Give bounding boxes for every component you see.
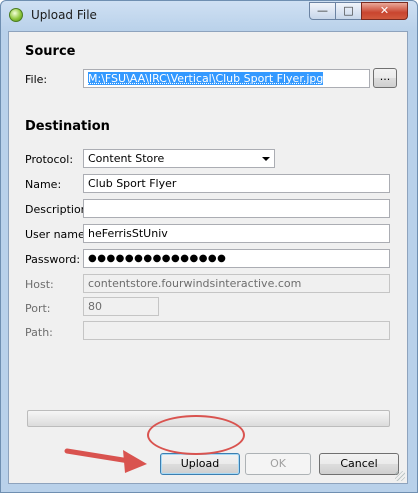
maximize-icon: □ [343,4,354,17]
destination-heading: Destination [25,119,110,134]
file-path-field[interactable]: M:\FSU\AA\IRC\Vertical\Club Sport Flyer.… [83,69,370,88]
app-icon [9,8,23,22]
title-bar[interactable]: Upload File — □ ✕ [1,1,417,31]
protocol-value: Content Store [88,152,165,165]
description-label: Description: [25,203,92,216]
password-label: Password: [25,253,81,266]
protocol-label: Protocol: [25,153,74,166]
path-label: Path: [25,326,53,339]
host-label: Host: [25,278,54,291]
source-heading: Source [25,44,76,59]
ok-button[interactable]: OK [245,453,311,475]
username-label: User name: [25,228,89,241]
protocol-select[interactable]: Content Store [83,149,275,168]
file-label: File: [25,73,48,86]
close-icon: ✕ [379,4,390,17]
name-label: Name: [25,178,62,191]
path-field [83,321,390,340]
host-field: contentstore.fourwindsinteractive.com [83,274,390,293]
minimize-button[interactable]: — [309,2,336,20]
description-field[interactable] [83,199,390,218]
upload-file-window: Upload File — □ ✕ Source File: M:\FSU\AA… [0,0,418,493]
maximize-button[interactable]: □ [335,2,362,20]
username-field[interactable]: heFerrisStUniv [83,224,390,243]
name-field[interactable]: Club Sport Flyer [83,174,390,193]
upload-button[interactable]: Upload [160,453,240,475]
browse-button[interactable]: ... [373,68,397,88]
chevron-down-icon [262,157,270,161]
cancel-button[interactable]: Cancel [319,453,399,475]
window-title: Upload File [31,8,97,22]
password-field[interactable]: ●●●●●●●●●●●●●●● [83,249,390,268]
port-label: Port: [25,302,51,315]
close-button[interactable]: ✕ [361,2,408,20]
arrow-annotation-icon [64,448,147,473]
port-field: 80 [83,297,159,316]
minimize-icon: — [317,4,328,17]
resize-grip[interactable] [395,471,405,481]
annotation-highlight-circle [147,415,245,455]
file-path-value: M:\FSU\AA\IRC\Vertical\Club Sport Flyer.… [88,72,324,85]
